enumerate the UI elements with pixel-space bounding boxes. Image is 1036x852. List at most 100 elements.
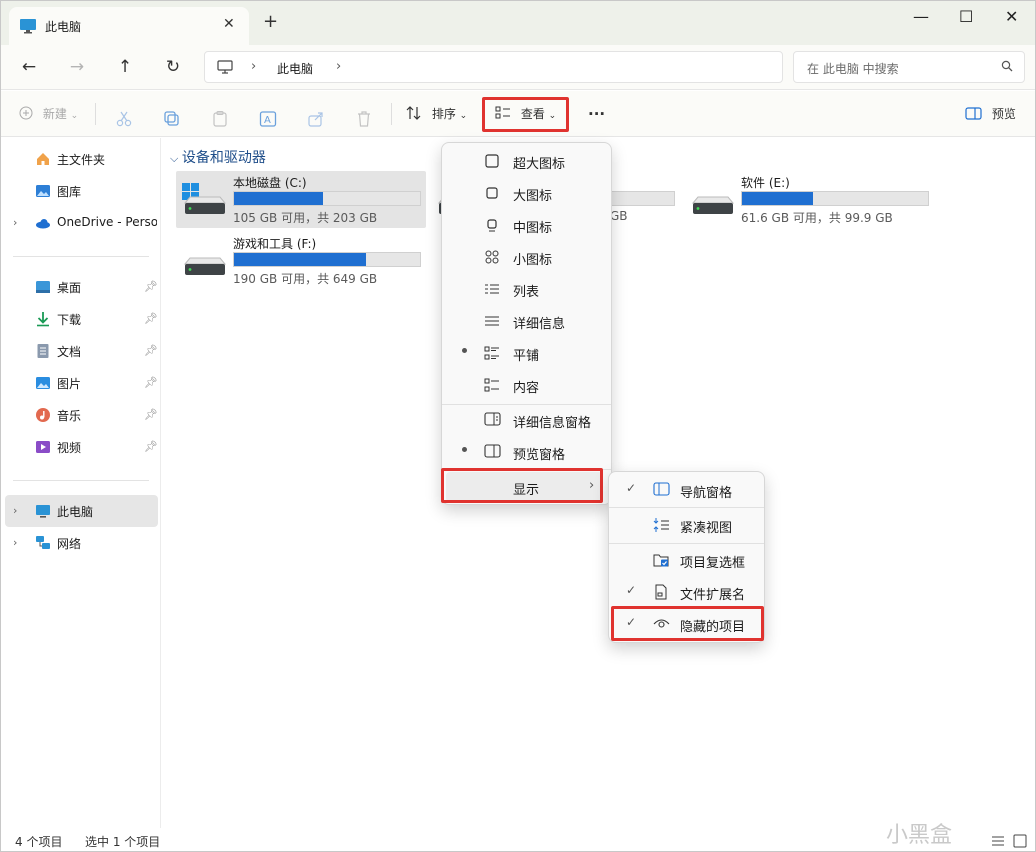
delete-icon[interactable] [355, 106, 373, 132]
menu-item-details-pane[interactable]: 详细信息窗格 [446, 405, 609, 435]
new-tab-button[interactable]: + [263, 13, 278, 31]
refresh-button[interactable]: ↻ [161, 55, 185, 79]
back-button[interactable]: ← [17, 55, 41, 79]
forward-button[interactable]: → [65, 55, 89, 79]
copy-icon[interactable] [163, 106, 181, 132]
menu-item-large-icons[interactable]: 大图标 [446, 178, 609, 208]
menu-item-extra-large-icons[interactable]: 超大图标 [446, 146, 609, 176]
close-window-button[interactable]: ✕ [1005, 7, 1018, 26]
sort-icon [406, 106, 421, 120]
share-icon[interactable] [307, 106, 325, 132]
sidebar-item-network[interactable]: › 网络 [5, 527, 158, 559]
address-row: ← → ↑ ↻ › 此电脑 › 在 此电脑 中搜索 [1, 45, 1035, 90]
menu-item-compact-view[interactable]: 紧凑视图 [613, 510, 762, 540]
search-input[interactable]: 在 此电脑 中搜索 [807, 60, 899, 77]
drive-e[interactable]: 软件 (E:) 61.6 GB 可用，共 99.9 GB [684, 171, 934, 228]
watermark: 小黑盒 [886, 823, 953, 848]
menu-item-navigation-pane[interactable]: ✓ 导航窗格 [613, 475, 762, 505]
search-box[interactable]: 在 此电脑 中搜索 [793, 51, 1025, 83]
sidebar-item-videos[interactable]: 视频 📌︎ [5, 431, 158, 463]
pictures-icon [36, 377, 50, 389]
up-button[interactable]: ↑ [113, 55, 137, 79]
menu-item-item-checkboxes[interactable]: 项目复选框 [613, 545, 762, 575]
chevron-right-icon[interactable]: › [13, 504, 17, 517]
tab-title: 此电脑 [45, 20, 82, 34]
details-layout-icon[interactable] [991, 835, 1005, 847]
drive-usage-bar [233, 252, 421, 267]
download-icon [37, 312, 49, 327]
medium-icons-icon [487, 219, 497, 232]
item-count: 4 个项目 [15, 835, 63, 849]
tiles-layout-icon[interactable] [1013, 834, 1027, 848]
menu-item-list[interactable]: 列表 [446, 274, 609, 304]
chevron-right-icon[interactable]: › [13, 216, 17, 229]
rename-icon[interactable]: A [259, 106, 277, 132]
large-icons-icon [486, 187, 498, 199]
menu-item-medium-icons[interactable]: 中图标 [446, 210, 609, 240]
sidebar-divider [13, 256, 149, 257]
navigation-pane: 主文件夹 图库 › OneDrive - Perso 桌面 📌︎ 下载 📌︎ 文… [1, 138, 161, 828]
drive-usage-fill [742, 192, 813, 205]
drive-icon [691, 196, 735, 214]
video-icon [36, 441, 50, 453]
sidebar-item-documents[interactable]: 文档 📌︎ [5, 335, 158, 367]
sidebar-item-gallery[interactable]: 图库 [5, 175, 158, 207]
sidebar-item-label: 桌面 [57, 281, 82, 295]
sidebar-item-label: 图库 [57, 185, 82, 199]
new-label: 新建 [42, 107, 67, 121]
preview-pane-button[interactable]: 预览 [965, 101, 1016, 127]
minimize-button[interactable]: — [913, 7, 929, 26]
group-header[interactable]: ⌵ 设备和驱动器 [170, 147, 266, 167]
toolbar-divider [391, 103, 392, 125]
gallery-icon [36, 185, 50, 197]
breadcrumb-this-pc[interactable]: 此电脑 [277, 60, 313, 77]
sidebar-item-downloads[interactable]: 下载 📌︎ [5, 303, 158, 335]
svg-text:A: A [264, 115, 271, 126]
drive-usage-bar [741, 191, 929, 206]
address-bar[interactable]: › 此电脑 › [204, 51, 783, 83]
sidebar-divider [13, 480, 149, 481]
chevron-down-icon: ⌄ [459, 111, 468, 121]
cut-icon[interactable] [115, 106, 133, 132]
menu-item-label: 中图标 [513, 221, 553, 236]
new-button[interactable]: 新建 ⌄ [19, 101, 78, 127]
drive-c[interactable]: 本地磁盘 (C:) 105 GB 可用，共 203 GB [176, 171, 426, 228]
sidebar-item-home[interactable]: 主文件夹 [5, 143, 158, 175]
drive-size: 105 GB 可用，共 203 GB [233, 211, 378, 225]
maximize-button[interactable]: ☐ [959, 7, 973, 26]
breadcrumb-separator[interactable]: › [251, 59, 256, 74]
menu-item-tiles[interactable]: 平铺 [446, 338, 609, 368]
sidebar-item-pictures[interactable]: 图片 📌︎ [5, 367, 158, 399]
menu-item-preview-pane[interactable]: 预览窗格 [446, 437, 609, 467]
sidebar-item-onedrive[interactable]: › OneDrive - Perso [5, 207, 158, 239]
sidebar-item-desktop[interactable]: 桌面 📌︎ [5, 271, 158, 303]
menu-item-small-icons[interactable]: 小图标 [446, 242, 609, 272]
command-bar: 新建 ⌄ A 排序 ⌄ 查看 ⌄ ··· 预览 [1, 91, 1035, 137]
menu-item-label: 预览窗格 [513, 448, 566, 463]
menu-item-details[interactable]: 详细信息 [446, 306, 609, 336]
item-checkbox-icon [653, 554, 669, 567]
paste-icon[interactable] [211, 106, 229, 132]
pin-icon: 📌︎ [144, 344, 158, 357]
breadcrumb-separator[interactable]: › [336, 59, 341, 74]
menu-item-content[interactable]: 内容 [446, 370, 609, 400]
selected-count: 选中 1 个项目 [85, 835, 161, 849]
menu-item-label: 内容 [513, 381, 540, 396]
chevron-right-icon[interactable]: › [13, 536, 17, 549]
home-icon [37, 153, 49, 165]
close-tab-icon[interactable]: ✕ [223, 16, 235, 32]
tab-this-pc[interactable]: 此电脑 ✕ [9, 7, 249, 45]
sidebar-item-this-pc[interactable]: › 此电脑 [5, 495, 158, 527]
preview-label: 预览 [991, 107, 1016, 121]
highlight-box [611, 606, 764, 641]
toolbar-divider [95, 103, 96, 125]
menu-item-file-extensions[interactable]: ✓ 文件扩展名 [613, 577, 762, 607]
sort-button[interactable]: 排序 ⌄ [406, 101, 467, 127]
small-icons-icon [485, 250, 499, 264]
menu-item-label: 项目复选框 [680, 556, 746, 571]
drive-f[interactable]: 游戏和工具 (F:) 190 GB 可用，共 649 GB [176, 232, 426, 289]
more-options-button[interactable]: ··· [588, 101, 605, 127]
drive-usage-fill [234, 192, 324, 205]
title-bar: 此电脑 ✕ + — ☐ ✕ [1, 1, 1035, 45]
sidebar-item-music[interactable]: 音乐 📌︎ [5, 399, 158, 431]
